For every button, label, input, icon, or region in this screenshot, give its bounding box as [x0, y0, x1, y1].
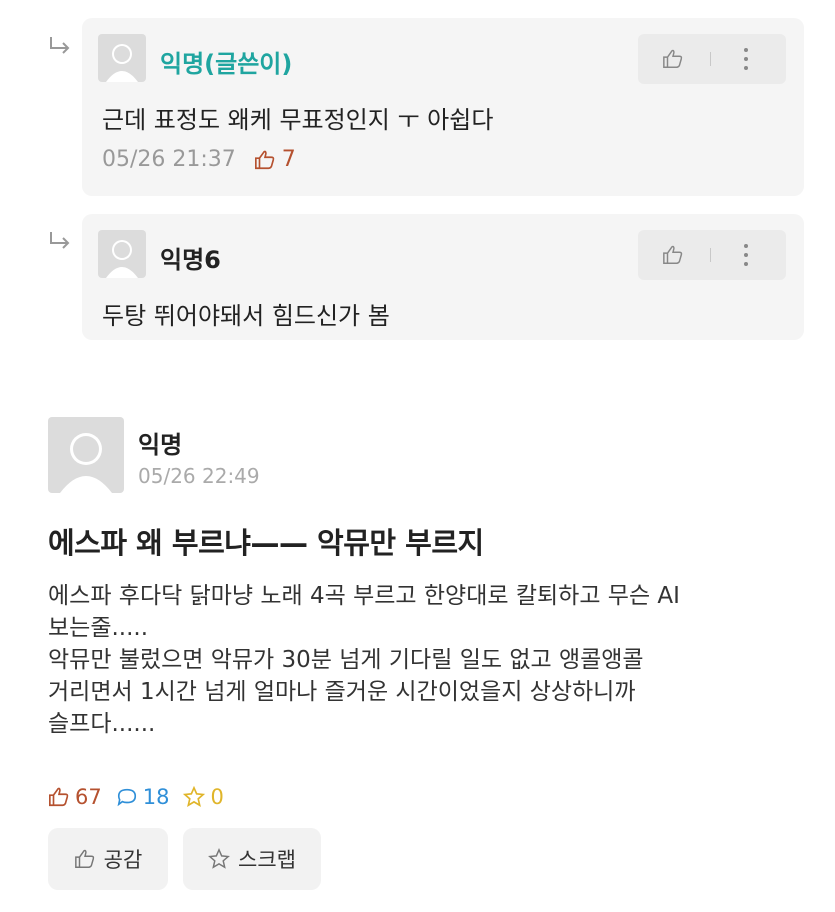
thumbs-up-icon — [254, 150, 275, 169]
comment-like-count: 7 — [254, 147, 296, 172]
thumbs-up-icon — [74, 849, 94, 868]
avatar — [98, 230, 146, 278]
star-icon — [208, 848, 230, 869]
divider — [710, 52, 711, 66]
comment-actions — [638, 34, 786, 84]
comment-actions — [638, 230, 786, 280]
like-count: 67 — [48, 785, 102, 809]
thumbs-up-icon[interactable] — [662, 48, 684, 70]
scrap-count: 0 — [183, 785, 224, 809]
comment-count: 18 — [116, 785, 169, 809]
post-time: 05/26 22:49 — [138, 464, 260, 488]
commenter-name: 익명(글쓴이) — [160, 50, 293, 78]
post-body-line: 에스파 후다닥 닭마냥 노래 4곡 부르고 한양대로 칼퇴하고 무슨 AI — [48, 583, 680, 609]
comment-time: 05/26 21:37 — [102, 147, 236, 172]
commenter-name: 익명6 — [160, 246, 221, 274]
avatar — [48, 417, 124, 493]
post-body: 에스파 후다닥 닭마냥 노래 4곡 부르고 한양대로 칼퇴하고 무슨 AI 보는… — [48, 580, 808, 740]
reply-comment: 익명(글쓴이) 근데 표정도 왜케 무표정인지 ㅜ 아쉽다 05/26 21:3… — [82, 18, 804, 196]
post-stats: 67 18 0 — [48, 785, 238, 809]
post-body-line: 슬프다...... — [48, 711, 156, 737]
star-icon — [183, 786, 206, 807]
speech-bubble-icon — [117, 788, 136, 807]
empathy-button[interactable]: 공감 — [48, 828, 168, 890]
post-body-line: 악뮤만 불렀으면 악뮤가 30분 넘게 기다릴 일도 없고 앵콜앵콜 — [48, 647, 644, 673]
thumbs-up-icon — [49, 787, 69, 807]
post-title: 에스파 왜 부르냐—— 악뮤만 부르지 — [48, 526, 484, 560]
scrap-button[interactable]: 스크랩 — [183, 828, 321, 890]
comment-text: 근데 표정도 왜케 무표정인지 ㅜ 아쉽다 — [102, 106, 494, 134]
more-options-icon[interactable] — [742, 242, 750, 268]
scrap-label: 스크랩 — [238, 848, 296, 872]
post-author: 익명 — [138, 431, 183, 459]
reply-comment: 익명6 두탕 뛰어야돼서 힘드신가 봄 — [82, 214, 804, 340]
post-body-line: 거리면서 1시간 넘게 얼마나 즐거운 시간이었을지 상상하니까 — [48, 679, 636, 705]
thumbs-up-icon[interactable] — [662, 244, 684, 266]
comment-meta: 05/26 21:37 7 — [102, 147, 296, 172]
avatar — [98, 34, 146, 82]
reply-arrow-icon — [50, 232, 70, 249]
post-body-line: 보는줄..... — [48, 615, 149, 641]
empathy-label: 공감 — [103, 848, 143, 872]
divider — [710, 248, 711, 262]
reply-arrow-icon — [50, 37, 70, 54]
comment-text: 두탕 뛰어야돼서 힘드신가 봄 — [102, 302, 390, 330]
more-options-icon[interactable] — [742, 46, 750, 72]
